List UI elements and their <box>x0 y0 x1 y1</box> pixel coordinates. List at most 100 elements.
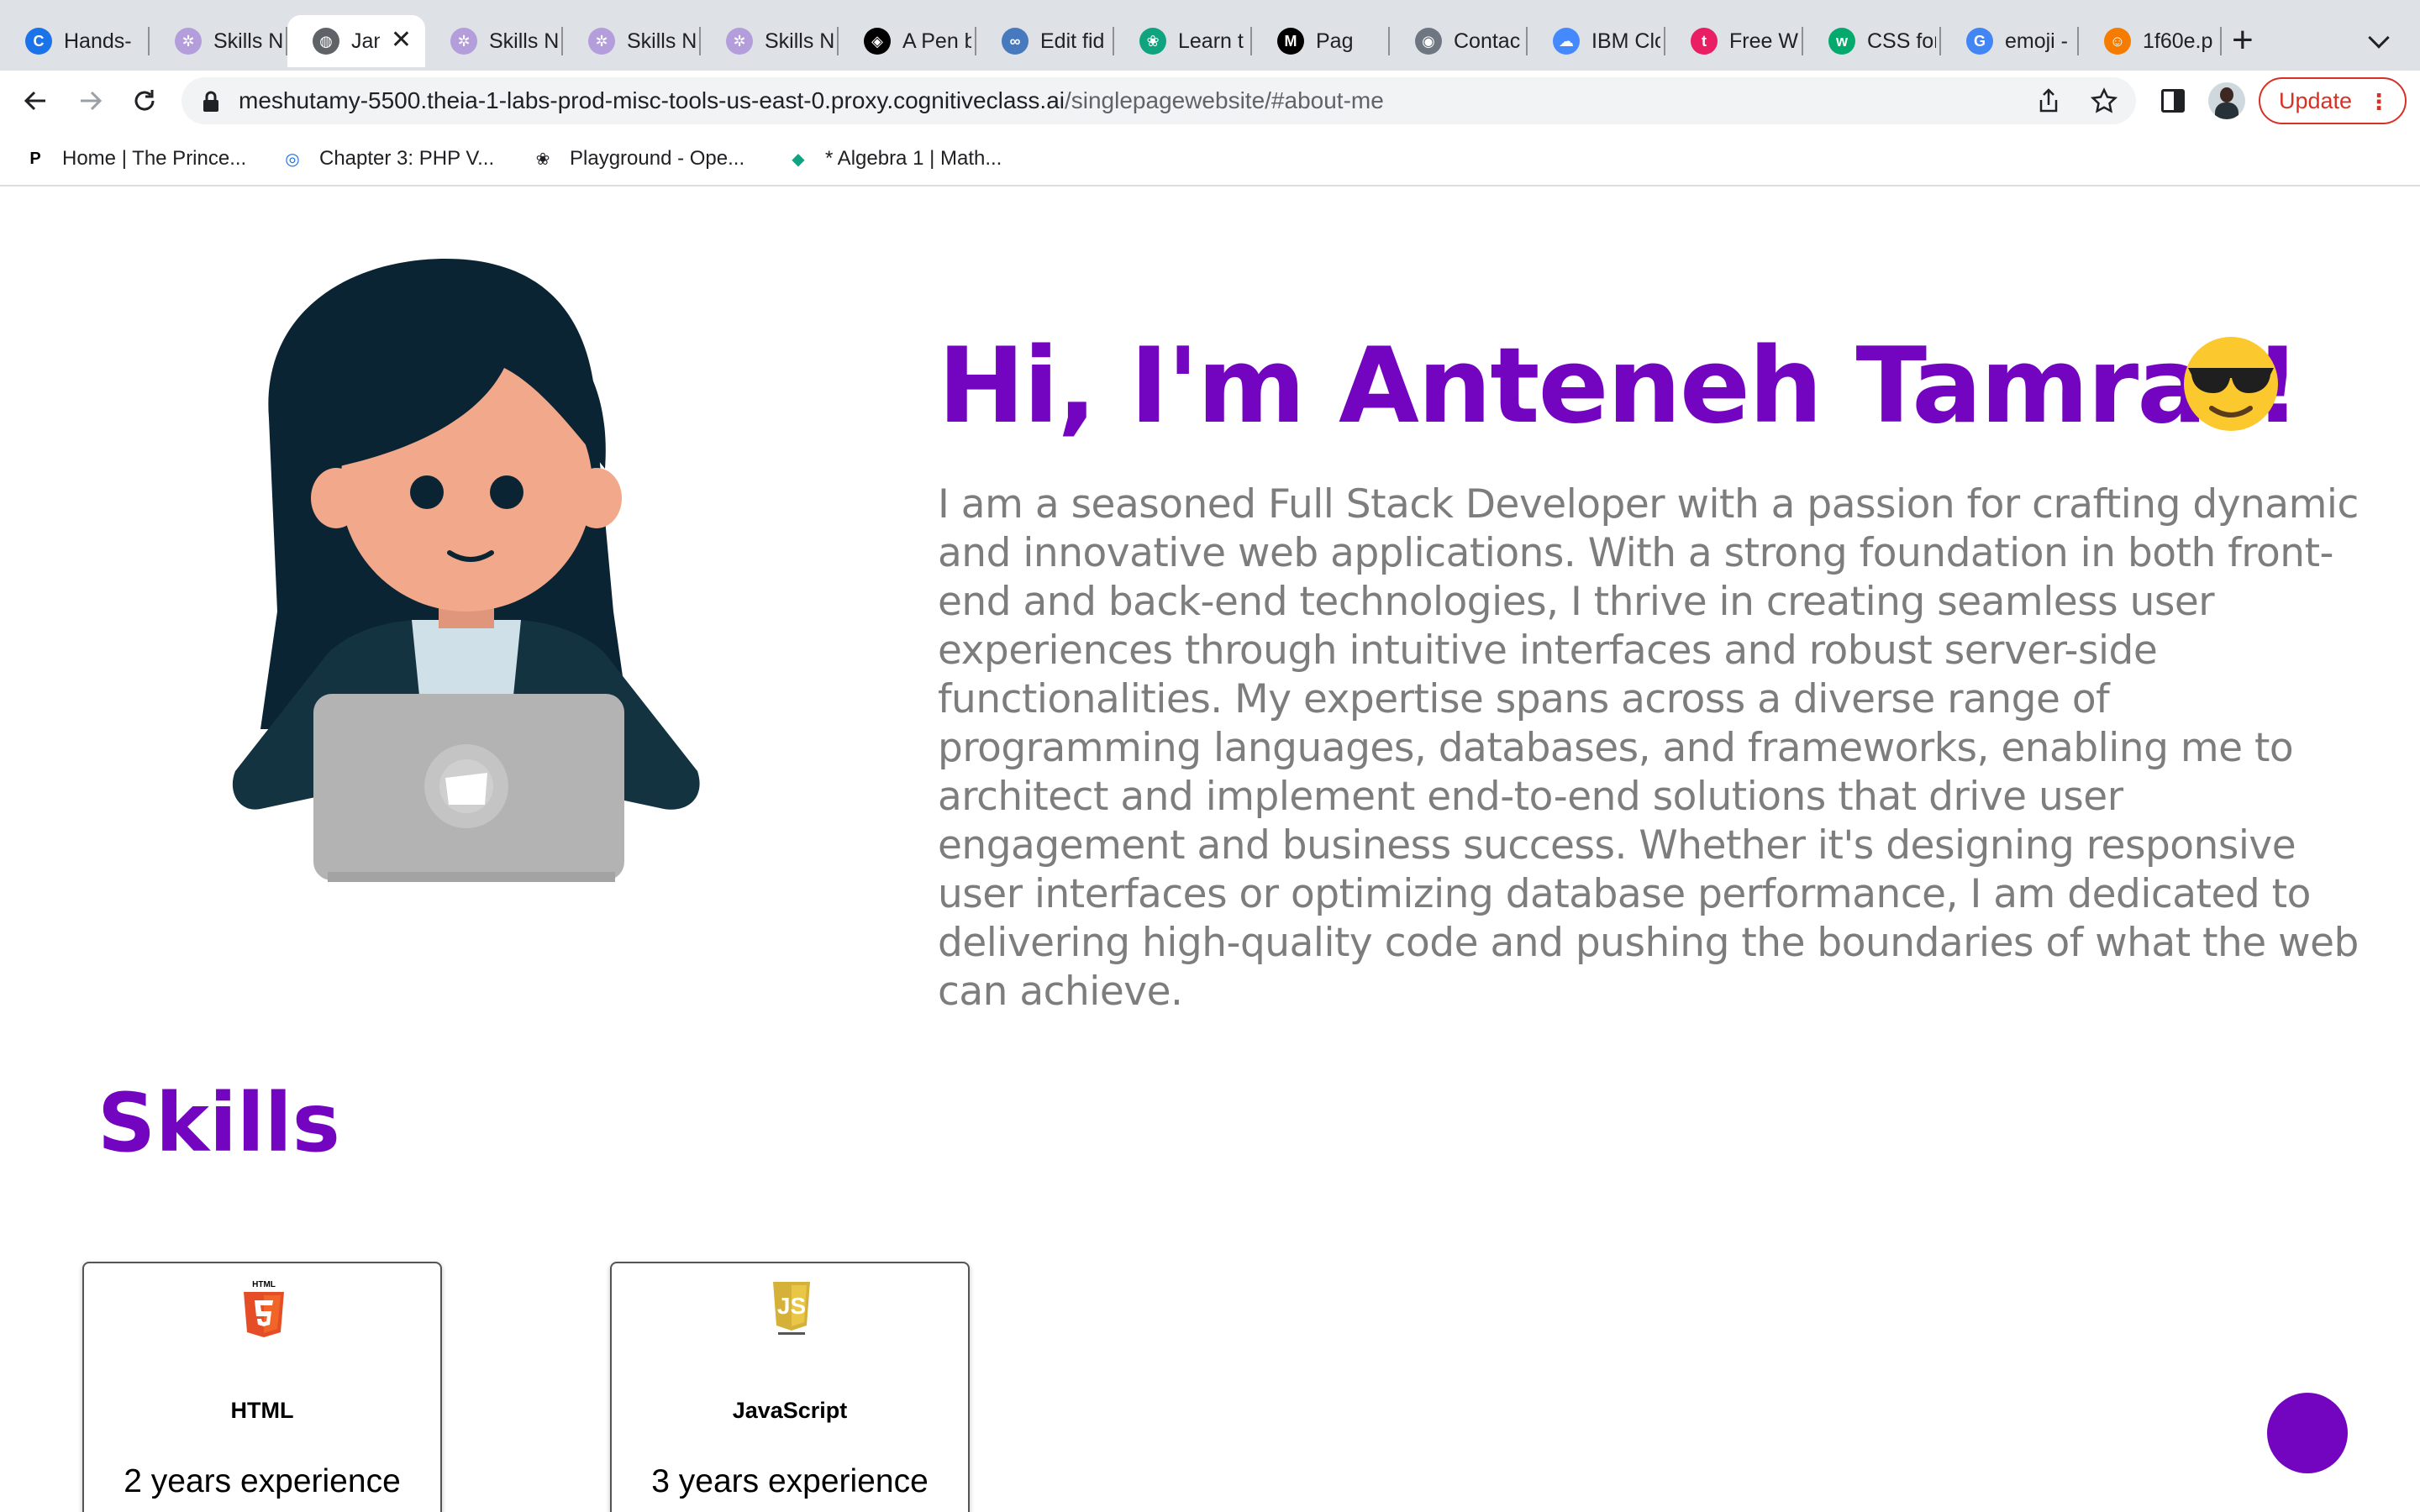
tab-title: Skills N <box>765 29 834 53</box>
codepen-icon: ◈ <box>864 28 891 55</box>
update-button[interactable]: Update ⋮ <box>2259 77 2407 124</box>
browser-tab[interactable]: ✲ Skills N <box>150 15 287 67</box>
tab-title: Skills N <box>213 29 282 53</box>
browser-tab[interactable]: ◍ Jan ✕ <box>287 15 425 67</box>
html5-icon: HTML <box>244 1280 284 1337</box>
image-icon: ☺ <box>2104 28 2131 55</box>
browser-tab[interactable]: ∞ Edit fid <box>976 15 1114 67</box>
browser-tab[interactable]: ☺ 1f60e.p <box>2079 15 2222 67</box>
browser-tab[interactable]: w CSS for <box>1803 15 1941 67</box>
princeton-review-icon: P <box>29 149 41 168</box>
browser-toolbar: meshutamy-5500.theia-1-labs-prod-misc-to… <box>0 71 2420 131</box>
browser-tab[interactable]: ✲ Skills N <box>425 15 563 67</box>
tab-title: emoji - <box>2005 29 2069 53</box>
bookmark-label: * Algebra 1 | Math... <box>825 147 1002 170</box>
browser-tab[interactable]: ◈ A Pen b <box>839 15 976 67</box>
skill-name: JavaScript <box>732 1398 848 1423</box>
tab-title: CSS for <box>1867 29 1936 53</box>
w3schools-icon: w <box>1828 28 1855 55</box>
side-panel-icon[interactable] <box>2161 89 2185 113</box>
medium-icon: M <box>1277 28 1304 55</box>
globe-icon: ◍ <box>313 28 339 55</box>
skills-network-icon: ✲ <box>450 28 477 55</box>
skill-card-html: HTML HTML 2 years experience <box>82 1262 442 1512</box>
free-web-icon: t <box>1691 28 1718 55</box>
browser-tab[interactable]: t Free W <box>1665 15 1803 67</box>
bookmark-label: Playground - Ope... <box>570 147 745 170</box>
browser-tab[interactable]: Gemoji - <box>1941 15 2079 67</box>
google-icon: G <box>1966 28 1993 55</box>
ibm-cloud-icon: ☁ <box>1553 28 1580 55</box>
browser-tab[interactable]: ☁ IBM Clo <box>1528 15 1665 67</box>
browser-tab[interactable]: C Hands- <box>0 15 150 67</box>
reload-button[interactable] <box>126 82 163 119</box>
close-tab-icon[interactable]: ✕ <box>391 27 412 54</box>
more-menu-icon[interactable]: ⋮ <box>2368 91 2390 113</box>
floating-action-button[interactable] <box>2267 1393 2348 1473</box>
browser-tab[interactable]: M Pag <box>1252 15 1390 67</box>
avatar-body <box>2215 102 2238 119</box>
bookmark-item[interactable]: ◆ * Algebra 1 | Math... <box>785 144 1002 173</box>
tab-title: Pag <box>1316 29 1354 53</box>
skill-experience: 3 years experience <box>651 1463 929 1499</box>
math-icon: ◆ <box>792 150 805 169</box>
github-icon: ◉ <box>1415 28 1442 55</box>
skills-heading: Skills <box>97 1076 340 1170</box>
browser-tab[interactable]: ✲ Skills N <box>563 15 701 67</box>
tab-title: IBM Clo <box>1591 29 1660 53</box>
bookmark-label: Chapter 3: PHP V... <box>319 147 495 170</box>
reload-icon <box>134 90 155 111</box>
page-content: Hi, I'm Anteneh Tamrat! I am a seasoned … <box>0 186 2420 1512</box>
chapter-icon: ◎ <box>285 150 300 169</box>
address-bar[interactable]: meshutamy-5500.theia-1-labs-prod-misc-to… <box>182 77 2136 124</box>
lock-icon[interactable] <box>202 91 220 113</box>
hero-bio: I am a seasoned Full Stack Developer wit… <box>938 481 2359 1015</box>
tab-search-chevron-icon[interactable] <box>2368 27 2390 49</box>
bookmarks-bar: P Home | The Prince... ◎ Chapter 3: PHP V..… <box>0 131 2420 186</box>
bookmark-label: Home | The Prince... <box>62 147 247 170</box>
tab-title: Contac <box>1454 29 1521 53</box>
developer-illustration <box>232 259 700 882</box>
tab-title: A Pen b <box>902 29 971 53</box>
skills-network-icon: ✲ <box>588 28 615 55</box>
skill-experience: 2 years experience <box>124 1463 401 1499</box>
tab-title: Skills N <box>489 29 558 53</box>
skill-card-javascript: JS JavaScript 3 years experience <box>610 1262 970 1512</box>
hero-title: Hi, I'm Anteneh Tamrat! <box>938 326 2302 447</box>
tab-title: 1f60e.p <box>2143 29 2213 53</box>
tab-separator <box>2220 27 2222 55</box>
bookmark-item[interactable]: ❀ Playground - Ope... <box>529 144 745 173</box>
skills-network-icon: ✲ <box>726 28 753 55</box>
bookmark-star-icon[interactable] <box>2089 86 2119 116</box>
tab-title: Jan <box>351 29 380 53</box>
browser-tab[interactable]: ✲ Skills N <box>701 15 839 67</box>
new-tab-button[interactable]: + <box>2232 22 2254 59</box>
svg-text:HTML: HTML <box>252 1280 276 1289</box>
bookmark-item[interactable]: P Home | The Prince... <box>22 144 246 173</box>
coursera-icon: C <box>25 28 52 55</box>
openai-icon: ❀ <box>535 150 550 169</box>
sunglasses-face-icon <box>2184 337 2278 431</box>
browser-tab[interactable]: ◉ Contac <box>1390 15 1528 67</box>
share-icon[interactable] <box>2033 86 2064 116</box>
url-text[interactable]: meshutamy-5500.theia-1-labs-prod-misc-to… <box>239 87 1384 114</box>
url-host: meshutamy-5500.theia-1-labs-prod-misc-to… <box>239 87 1065 113</box>
svg-text:JS: JS <box>777 1293 806 1319</box>
tab-title: Hands- <box>64 29 132 53</box>
profile-avatar[interactable] <box>2208 82 2245 119</box>
forward-button[interactable] <box>72 82 109 119</box>
javascript-icon: JS <box>773 1282 810 1335</box>
tab-title: Edit fid <box>1040 29 1105 53</box>
avatar-head <box>2220 87 2233 102</box>
skills-network-icon: ✲ <box>175 28 202 55</box>
back-button[interactable] <box>17 82 54 119</box>
browser-tab[interactable]: ❀ Learn t <box>1114 15 1252 67</box>
skill-name: HTML <box>230 1398 294 1423</box>
back-arrow-icon <box>24 91 45 111</box>
url-path: /singlepagewebsite/#about-me <box>1064 87 1384 113</box>
update-label: Update <box>2279 87 2353 113</box>
tab-title: Learn t <box>1178 29 1244 53</box>
bookmark-item[interactable]: ◎ Chapter 3: PHP V... <box>279 144 494 173</box>
forward-arrow-icon <box>81 91 103 111</box>
tab-strip: C Hands- ✲ Skills N ◍ Jan ✕ ✲ Skills N ✲ Skills N ✲… <box>0 0 2420 71</box>
